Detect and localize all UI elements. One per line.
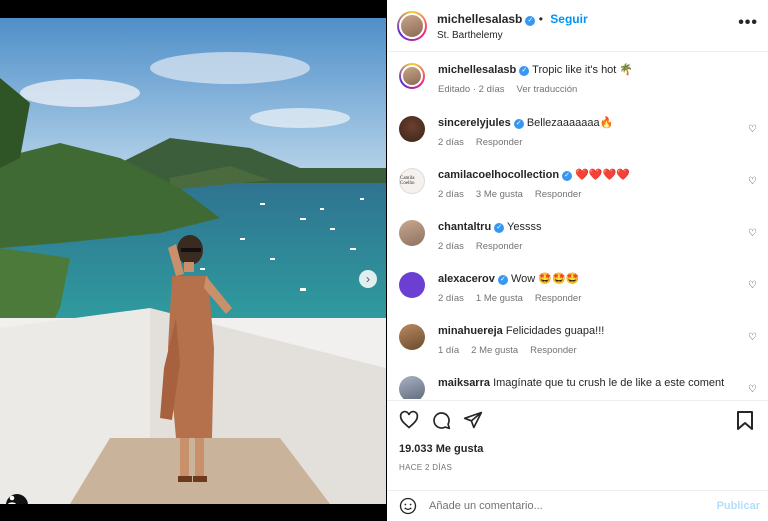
verified-icon: ✓ <box>494 223 505 233</box>
bookmark-icon[interactable] <box>736 410 754 430</box>
comment-meta: 2 días 1 Me gusta Responder <box>438 292 728 306</box>
post-date: HACE 2 DÍAS <box>399 463 453 472</box>
comment-row: chantaltru ✓ Yessss 2 días Responder ♡ <box>399 220 759 254</box>
reply-button[interactable]: Responder <box>535 292 581 306</box>
comment-time: 1 día <box>438 345 460 356</box>
comment-time: 2 días <box>438 189 464 200</box>
more-options-button[interactable]: ••• <box>738 14 758 32</box>
commenter-username[interactable]: alexacerov <box>438 273 495 285</box>
comment-likes[interactable]: 3 Me gusta <box>476 188 523 202</box>
photo-illustration <box>0 18 386 504</box>
author-username[interactable]: michellesalasb <box>437 12 522 26</box>
post-header: michellesalasb ✓ • Seguir St. Barthelemy … <box>387 0 768 52</box>
commenter-username[interactable]: maiksarra <box>438 377 490 389</box>
comment-meta: 2 días Responder <box>438 136 728 150</box>
like-count[interactable]: 19.033 Me gusta <box>399 443 483 455</box>
comment-time: 2 días <box>438 241 464 252</box>
comment-row: sincerelyjules ✓ Bellezaaaaaaa🔥 2 días Resp… <box>399 116 759 150</box>
next-arrow-icon[interactable]: › <box>359 270 377 288</box>
caption-text: Tropic like it's hot 🌴 <box>532 64 634 76</box>
follow-button[interactable]: Seguir <box>550 12 587 26</box>
commenter-avatar[interactable]: Camila Coelho <box>399 168 425 194</box>
comments-list[interactable]: michellesalasb ✓ Tropic like it's hot 🌴 E… <box>387 53 768 399</box>
reply-button[interactable]: Responder <box>476 240 522 254</box>
comment-text: Wow 🤩🤩🤩 <box>510 273 580 285</box>
publish-button[interactable]: Publicar <box>717 500 760 512</box>
comment-row: maiksarra Imagínate que tu crush le de l… <box>399 376 759 399</box>
comment-like-icon[interactable]: ♡ <box>748 332 757 343</box>
verified-icon: ✓ <box>519 66 530 76</box>
comment-like-icon[interactable]: ♡ <box>748 176 757 187</box>
comment-meta: 2 días 3 Me gusta Responder <box>438 188 728 202</box>
verified-icon: ✓ <box>562 171 573 181</box>
comment-text: Felicidades guapa!!! <box>505 325 605 337</box>
share-icon[interactable] <box>463 410 483 430</box>
comment-text: ❤️❤️❤️❤️ <box>575 169 630 181</box>
comment-like-icon[interactable]: ♡ <box>748 280 757 291</box>
location-link[interactable]: St. Barthelemy <box>437 30 588 41</box>
verified-icon: ✓ <box>525 16 536 26</box>
translate-link[interactable]: Ver traducción <box>517 83 578 97</box>
comment-row: minahuereja Felicidades guapa!!! 1 día 2 M… <box>399 324 759 358</box>
comment-text: Yessss <box>507 221 542 233</box>
heart-icon[interactable] <box>399 410 419 430</box>
commenter-username[interactable]: minahuereja <box>438 325 503 337</box>
comment-input[interactable] <box>429 500 689 512</box>
post-actions: 19.033 Me gusta HACE 2 DÍAS <box>387 400 768 480</box>
commenter-username[interactable]: camilacoelhocollection <box>438 169 559 181</box>
comment-time: 2 días <box>438 137 464 148</box>
verified-icon: ✓ <box>497 275 508 285</box>
comment-time: 2 días <box>438 293 464 304</box>
post-side-panel: michellesalasb ✓ • Seguir St. Barthelemy … <box>387 0 768 521</box>
reply-button[interactable]: Responder <box>530 344 576 358</box>
reply-button[interactable]: Responder <box>476 136 522 150</box>
commenter-username[interactable]: chantaltru <box>438 221 491 233</box>
comment-meta: 1 día 2 Me gusta Responder <box>438 344 728 358</box>
comment-meta: 2 días Responder <box>438 240 728 254</box>
comment-like-icon[interactable]: ♡ <box>748 228 757 239</box>
comment-icon[interactable] <box>431 410 451 430</box>
comment-text: Bellezaaaaaaa🔥 <box>526 117 614 129</box>
comment-like-icon[interactable]: ♡ <box>748 124 757 135</box>
comment-composer: Publicar <box>387 490 768 521</box>
comment-like-icon[interactable]: ♡ <box>748 384 757 395</box>
commenter-avatar[interactable] <box>399 116 425 142</box>
caption-avatar[interactable] <box>399 63 425 89</box>
commenter-username[interactable]: sincerelyjules <box>438 117 511 129</box>
caption-username[interactable]: michellesalasb <box>438 64 516 76</box>
emoji-icon[interactable] <box>399 497 417 515</box>
reply-button[interactable]: Responder <box>535 188 581 202</box>
author-avatar[interactable] <box>397 10 427 41</box>
verified-icon: ✓ <box>513 119 524 129</box>
commenter-avatar[interactable] <box>399 220 425 246</box>
comment-row: alexacerov ✓ Wow 🤩🤩🤩 2 días 1 Me gusta Respo… <box>399 272 759 306</box>
commenter-avatar[interactable] <box>399 324 425 350</box>
caption: michellesalasb ✓ Tropic like it's hot 🌴 E… <box>399 63 759 97</box>
avatar-logo-text: Camila Coelho <box>400 176 415 186</box>
post-viewer: › michellesalasb ✓ • Seguir St. Barthelem… <box>0 0 768 521</box>
commenter-avatar[interactable] <box>399 272 425 298</box>
comment-row: Camila Coelho camilacoelhocollection ✓ ❤️❤… <box>399 168 759 202</box>
comment-likes[interactable]: 2 Me gusta <box>471 344 518 358</box>
post-photo[interactable]: › <box>0 18 386 504</box>
comment-likes[interactable]: 1 Me gusta <box>476 292 523 306</box>
caption-edited: Editado · 2 días <box>438 84 505 95</box>
comment-text: Imagínate que tu crush le de like a este… <box>493 377 725 389</box>
commenter-avatar[interactable] <box>399 376 425 399</box>
